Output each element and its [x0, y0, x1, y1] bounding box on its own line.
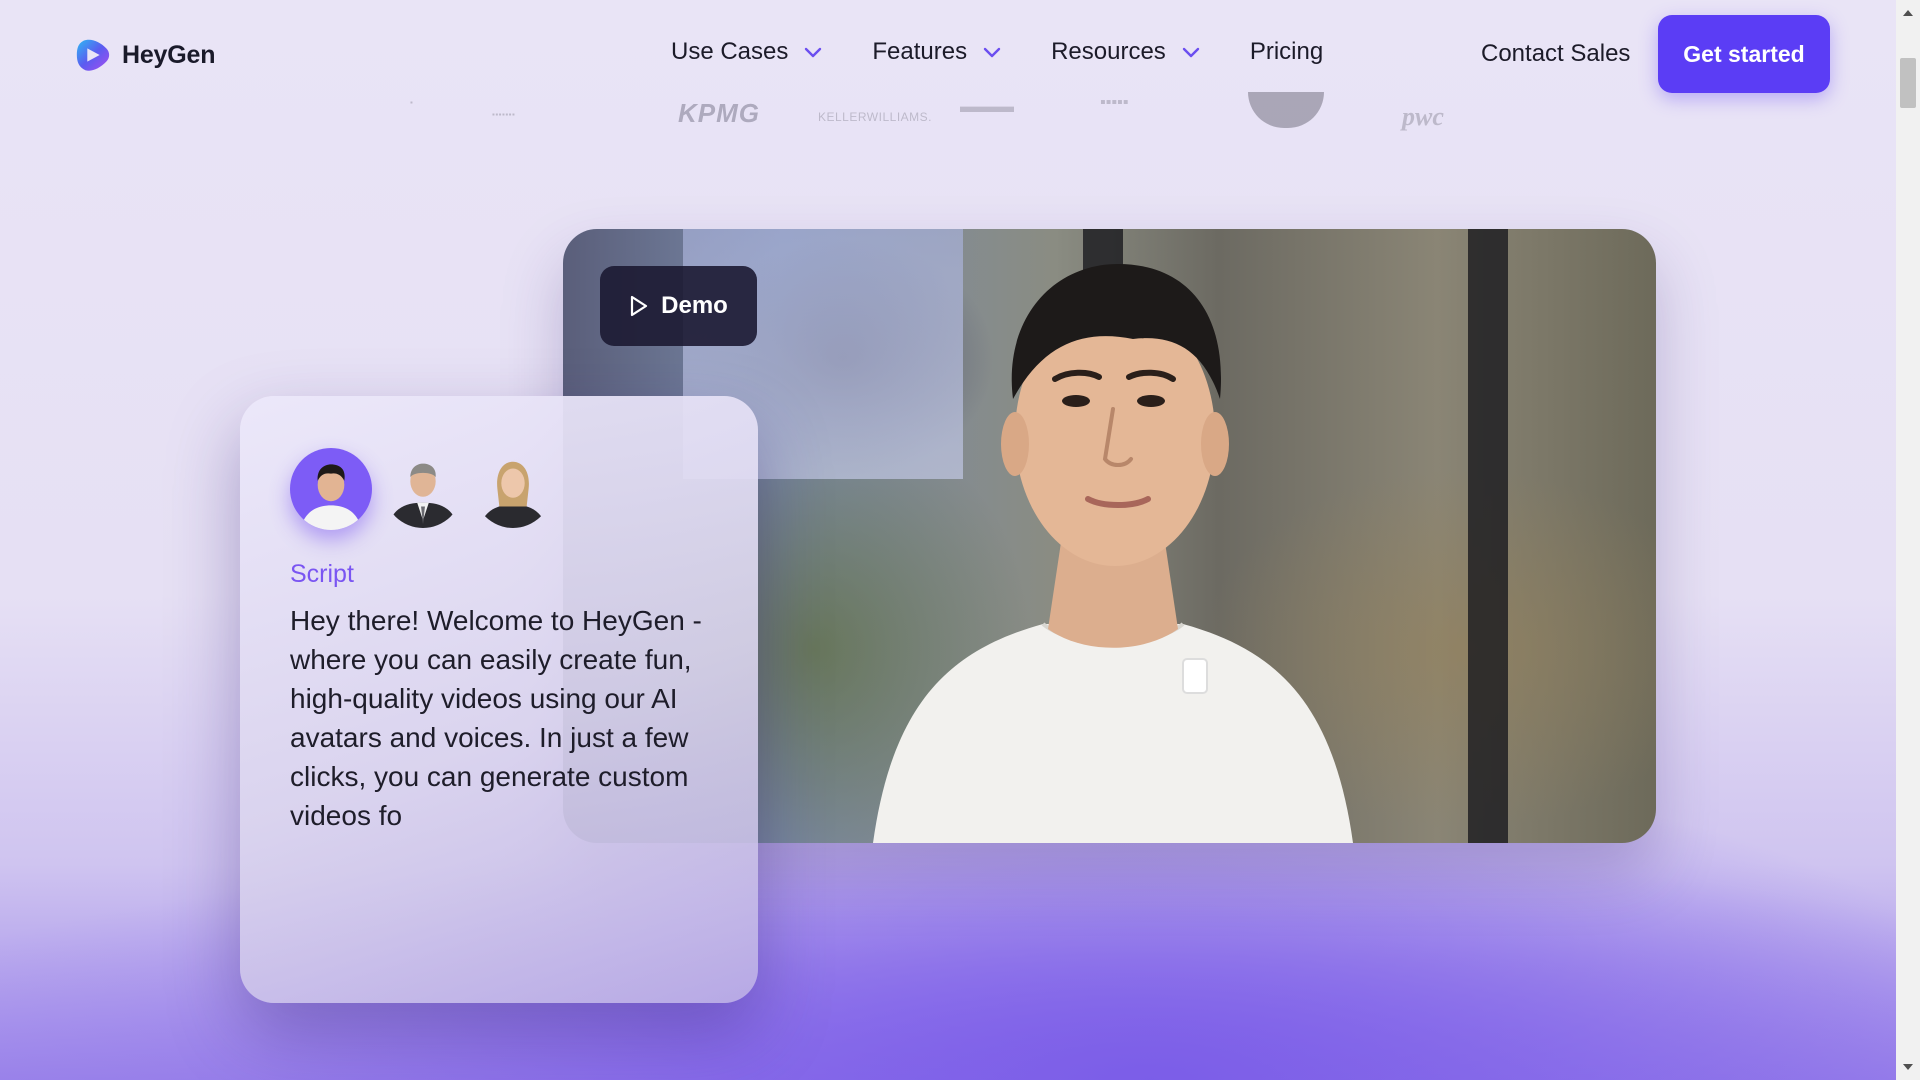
- page: HeyGen Use Cases Features Resources Pric…: [0, 0, 1896, 1080]
- avatar-selector: [290, 448, 708, 530]
- get-started-button[interactable]: Get started: [1658, 15, 1830, 93]
- avatar-option[interactable]: [474, 450, 552, 528]
- demo-label: Demo: [661, 292, 728, 319]
- contact-sales-link[interactable]: Contact Sales: [1481, 40, 1630, 68]
- main-nav: Use Cases Features Resources Pricing: [671, 38, 1373, 66]
- brand-logo[interactable]: HeyGen: [74, 36, 215, 74]
- chevron-down-icon: [805, 47, 822, 58]
- brand-name: HeyGen: [122, 40, 216, 69]
- client-logo: ▪: [410, 98, 413, 107]
- client-logo: [1248, 92, 1324, 128]
- client-logo: ▪▪▪▪▪▪▪: [492, 110, 516, 119]
- heygen-logo-icon: [76, 39, 110, 71]
- script-card: Script Hey there! Welcome to HeyGen - wh…: [240, 396, 758, 1003]
- nav-label: Resources: [1051, 38, 1166, 65]
- client-logo: ▪▪▪▪▪: [1100, 94, 1129, 111]
- nav-pricing[interactable]: Pricing: [1250, 38, 1323, 66]
- video-background-pillar: [1468, 229, 1508, 843]
- demo-play-button[interactable]: Demo: [600, 266, 757, 346]
- scroll-down-arrow-icon[interactable]: [1902, 1062, 1914, 1072]
- play-icon: [631, 295, 648, 317]
- script-label: Script: [290, 560, 354, 588]
- client-logo-pwc: pwc: [1402, 102, 1444, 131]
- presenter-avatar-image: [873, 264, 1353, 843]
- nav-features[interactable]: Features: [872, 38, 1001, 66]
- chevron-down-icon: [1182, 47, 1200, 58]
- scroll-up-arrow-icon[interactable]: [1902, 8, 1914, 18]
- client-logo: ▬▬▬: [960, 96, 1014, 116]
- nav-label: Features: [872, 38, 968, 65]
- client-logo-keller-williams: KELLERWILLIAMS.: [818, 110, 932, 124]
- client-logos-strip: ▪ ▪▪▪▪▪▪▪ KPMG KELLERWILLIAMS. ▬▬▬ ▪▪▪▪▪…: [400, 92, 1480, 162]
- nav-label: Pricing: [1249, 38, 1324, 65]
- avatar-image: [387, 463, 459, 528]
- avatar-image: [300, 464, 362, 530]
- script-text[interactable]: Hey there! Welcome to HeyGen - where you…: [290, 601, 710, 835]
- nav-label: Use Cases: [671, 38, 789, 65]
- page-scrollbar[interactable]: [1896, 0, 1920, 1080]
- chevron-down-icon: [983, 47, 1001, 58]
- nav-resources[interactable]: Resources: [1051, 38, 1200, 66]
- avatar-option[interactable]: [384, 450, 462, 528]
- client-logo-kpmg: KPMG: [678, 98, 760, 128]
- scrollbar-thumb[interactable]: [1900, 58, 1916, 108]
- avatar-option-selected[interactable]: [290, 448, 372, 530]
- nav-use-cases[interactable]: Use Cases: [671, 38, 822, 66]
- avatar-image: [479, 461, 547, 528]
